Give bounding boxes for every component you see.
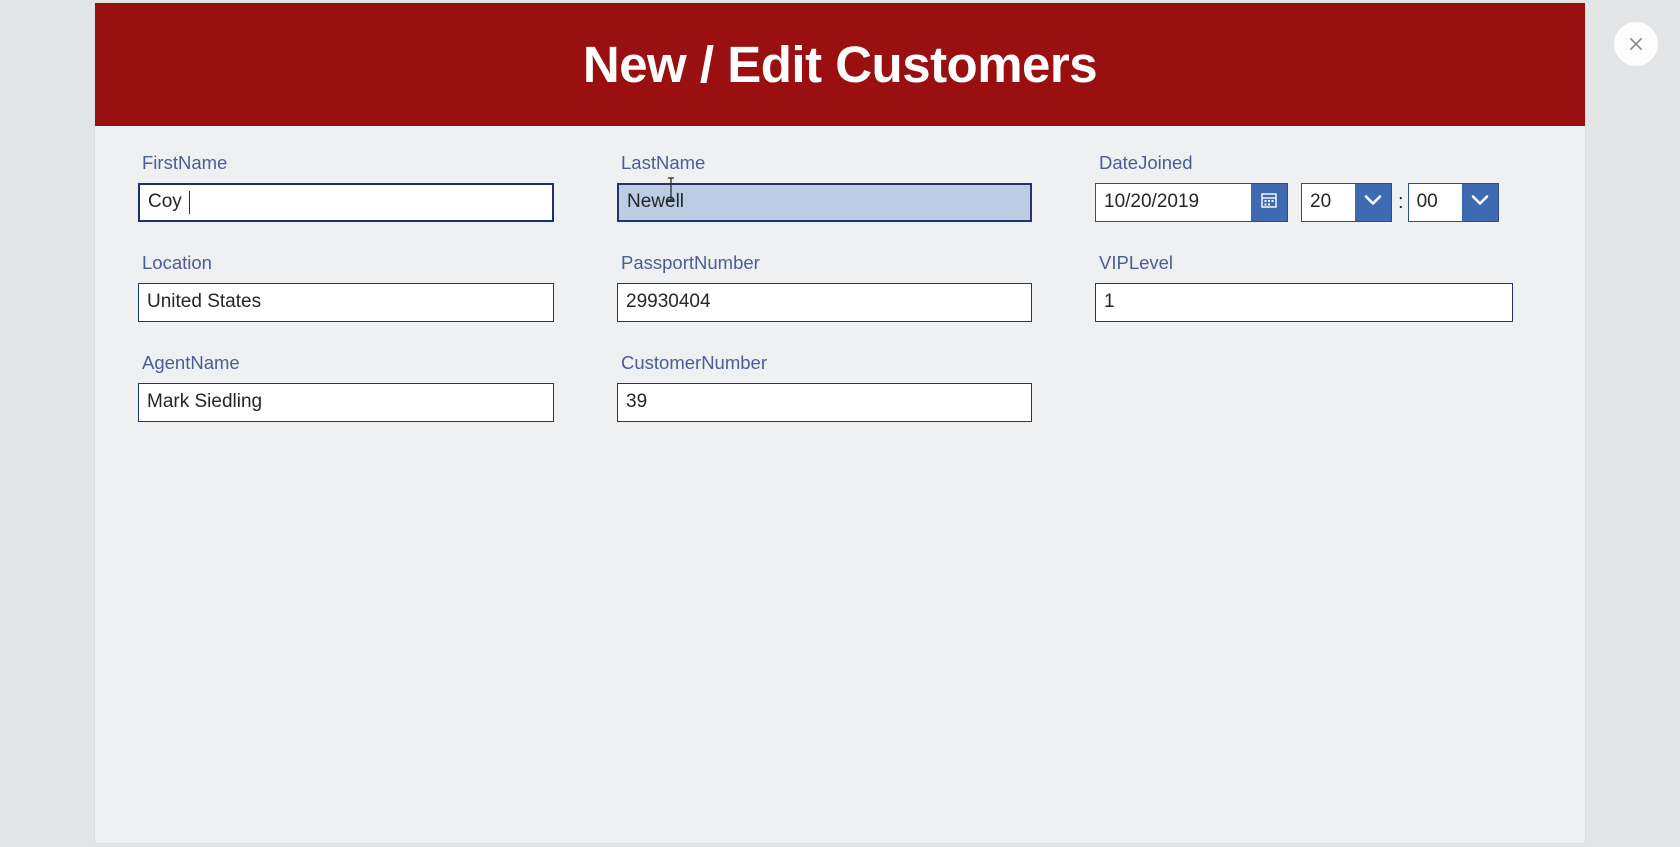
close-icon xyxy=(1626,34,1646,54)
customer-dialog: New / Edit Customers FirstName Coy LastN… xyxy=(95,3,1585,843)
agent-name-input[interactable]: Mark Siedling xyxy=(138,382,554,422)
text-caret xyxy=(188,190,191,214)
passport-number-input[interactable]: 29930404 xyxy=(617,282,1032,322)
vip-level-value: 1 xyxy=(1104,291,1115,312)
vip-level-input[interactable]: 1 xyxy=(1095,282,1513,322)
location-value: United States xyxy=(147,291,262,312)
calendar-picker-button[interactable] xyxy=(1251,183,1287,221)
vip-level-label: VIPLevel xyxy=(1099,252,1174,273)
last-name-label: LastName xyxy=(621,152,706,173)
dialog-body: FirstName Coy LastName Newell DateJoined… xyxy=(95,126,1585,843)
customer-number-value: 39 xyxy=(626,391,648,412)
hours-value: 20 xyxy=(1310,191,1332,212)
first-name-label: FirstName xyxy=(142,152,228,173)
field-location: Location United States xyxy=(138,252,554,354)
app-root: New / Edit Customers FirstName Coy LastN… xyxy=(0,0,1680,847)
form-row-2: Location United States PassportNumber 29… xyxy=(95,252,1585,354)
field-customer-number: CustomerNumber 39 xyxy=(617,352,1032,454)
chevron-down-icon xyxy=(1470,193,1490,212)
page-title: New / Edit Customers xyxy=(582,36,1098,93)
last-name-value: Newell xyxy=(627,191,685,212)
customer-form: FirstName Coy LastName Newell DateJoined… xyxy=(95,152,1585,454)
form-row-3: AgentName Mark Siedling CustomerNumber 3… xyxy=(95,352,1585,454)
location-label: Location xyxy=(142,252,212,273)
first-name-value: Coy xyxy=(148,191,182,212)
field-last-name: LastName Newell xyxy=(617,152,1032,254)
customer-number-label: CustomerNumber xyxy=(621,352,767,373)
date-joined-label: DateJoined xyxy=(1099,152,1193,173)
date-value: 10/20/2019 xyxy=(1104,191,1200,212)
passport-number-value: 29930404 xyxy=(626,291,711,312)
date-picker[interactable]: 10/20/2019 xyxy=(1095,182,1288,222)
hours-select[interactable]: 20 xyxy=(1301,182,1392,222)
field-passport-number: PassportNumber 29930404 xyxy=(617,252,1032,354)
time-separator: : xyxy=(1398,190,1404,213)
last-name-input[interactable]: Newell xyxy=(617,176,1032,222)
date-time-group: 10/20/2019 20: 00 xyxy=(1095,182,1513,222)
hours-dropdown-button[interactable] xyxy=(1355,183,1391,221)
agent-name-value: Mark Siedling xyxy=(147,391,263,412)
first-name-input[interactable]: Coy xyxy=(138,182,554,222)
minutes-dropdown-button[interactable] xyxy=(1461,183,1498,221)
field-date-joined: DateJoined 10/20/2019 20: 00 xyxy=(1095,152,1513,254)
chevron-down-icon xyxy=(1363,193,1383,212)
close-dialog-button[interactable] xyxy=(1614,22,1658,66)
calendar-icon xyxy=(1260,191,1278,214)
minutes-value: 00 xyxy=(1416,191,1438,212)
field-first-name: FirstName Coy xyxy=(138,152,554,254)
form-row-1: FirstName Coy LastName Newell DateJoined… xyxy=(95,152,1585,254)
agent-name-label: AgentName xyxy=(142,352,240,373)
dialog-header: New / Edit Customers xyxy=(95,3,1585,126)
passport-number-label: PassportNumber xyxy=(621,252,760,273)
field-vip-level: VIPLevel 1 xyxy=(1095,252,1513,354)
location-input[interactable]: United States xyxy=(138,282,554,322)
field-empty-slot xyxy=(1095,354,1513,454)
customer-number-input[interactable]: 39 xyxy=(617,382,1032,422)
minutes-select[interactable]: 00 xyxy=(1407,182,1499,222)
field-agent-name: AgentName Mark Siedling xyxy=(138,352,554,454)
